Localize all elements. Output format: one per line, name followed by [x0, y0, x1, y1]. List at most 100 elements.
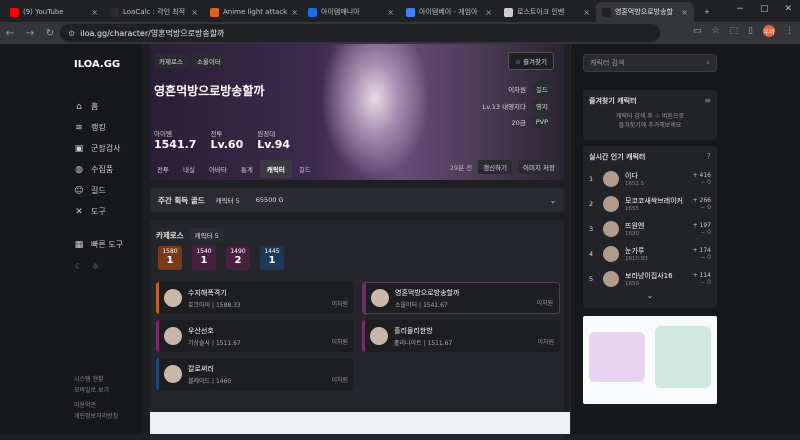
roster-char-name: 칼로써러 — [188, 364, 214, 373]
window-close-icon[interactable]: ✕ — [784, 4, 792, 14]
updated-time: 29분 전 — [449, 164, 473, 172]
forward-icon[interactable]: → — [20, 28, 40, 39]
character-tab[interactable]: 내실 — [176, 160, 202, 178]
help-icon[interactable]: ? — [707, 152, 711, 162]
rank-number: 5 — [589, 274, 594, 283]
character-tab[interactable]: 통계 — [234, 160, 260, 178]
level-count-badge: 1490 2 — [226, 246, 250, 270]
footer-link[interactable]: 시스템 현황 — [74, 374, 118, 385]
footer-link[interactable]: 이용약관 — [74, 400, 118, 411]
save-image-button[interactable]: 이미지 저장 — [518, 160, 560, 174]
browser-tab[interactable]: 아이템베이 - 게임아 × — [400, 2, 498, 22]
new-tab-button[interactable]: + — [698, 2, 716, 22]
character-tabs: 전투 내실 아바타 통계 캐릭터 길드 — [150, 160, 318, 178]
character-tab[interactable]: 캐릭터 — [259, 160, 292, 178]
close-icon[interactable]: × — [681, 8, 688, 17]
popular-character-row[interactable]: 5 보라냥이집사16 1650 + 114− 0 — [589, 266, 711, 291]
close-icon[interactable]: × — [387, 8, 394, 17]
cast-icon[interactable]: ▭ — [693, 26, 702, 36]
sidebar-item[interactable]: ✕ 도구 — [74, 201, 123, 222]
sidebar-item-label: 홈 — [91, 102, 99, 111]
light-mode-icon[interactable]: ☼ — [92, 262, 99, 271]
reload-icon[interactable]: ↻ — [40, 28, 60, 39]
rank-name: 모코코새싹브레이커 — [625, 196, 683, 205]
close-icon[interactable]: × — [91, 8, 98, 17]
sidepanel-icon[interactable]: ▯ — [748, 26, 753, 36]
browser-tab[interactable]: LoaCalc : 각인 최적 × — [104, 2, 204, 22]
close-icon[interactable]: × — [191, 8, 198, 17]
tab-title: Anime light attack — [223, 8, 288, 16]
advertisement[interactable] — [583, 316, 717, 404]
gold-title: 주간 획득 골드 — [158, 195, 205, 205]
roster-character-card[interactable]: 수지해폭격기 호크아이 | 1588.33 이차원 — [156, 282, 354, 314]
popular-character-row[interactable]: 2 모코코새싹브레이커 1655 + 266− 0 — [589, 191, 711, 216]
close-icon[interactable]: × — [583, 8, 590, 17]
class-color-bar — [156, 282, 159, 314]
minimize-icon[interactable]: − — [736, 4, 744, 14]
chevron-down-icon[interactable]: ⌄ — [550, 196, 556, 205]
class-color-bar — [362, 320, 365, 352]
browser-tab[interactable]: (9) YouTube × — [4, 2, 104, 22]
sidebar-item[interactable]: ▦ 빠른 도구 — [74, 234, 123, 255]
bookmark-icon[interactable]: ☆ — [711, 26, 719, 36]
extensions-icon[interactable]: ⬚ — [730, 26, 739, 36]
browser-tab[interactable]: Anime light attack × — [204, 2, 302, 22]
maximize-icon[interactable]: ▢ — [760, 4, 769, 14]
browser-tab[interactable]: 로스트아크 인벤 × — [498, 2, 596, 22]
info-value: Lv.13 내영지다 — [482, 103, 527, 111]
sidebar-menu: ⌂ 홈 ≋ 랭킹 ▣ 군장검사 ◍ 수집품 ☺ 길드 ✕ 도구 ▦ 빠른 도구 — [74, 96, 123, 255]
character-tab[interactable]: 아바타 — [202, 160, 234, 178]
close-icon[interactable]: × — [485, 8, 492, 17]
character-stat: 전투 Lv.60 — [210, 128, 243, 151]
footer-link[interactable]: 모바일로 보기 — [74, 385, 118, 396]
favorite-button[interactable]: ☆ 즐겨찾기 — [508, 52, 554, 70]
rank-number: 3 — [589, 224, 594, 233]
sidebar-item[interactable]: ⌂ 홈 — [74, 96, 123, 117]
roster-character-card[interactable]: 영혼먹방으로방송할까 소울이터 | 1541.67 이차원 — [362, 282, 560, 315]
character-art — [320, 44, 430, 180]
dark-mode-icon[interactable]: ☾ — [75, 262, 82, 271]
favorites-box: 즐겨찾기 캐릭터 ≡ 캐릭터 검색 후 ☆ 버튼으로 즐겨찾기에 추가해보세요 — [583, 90, 717, 140]
roster-char-class: 블레이드 — [188, 377, 211, 385]
search-icon[interactable]: ⌕ — [706, 59, 710, 68]
close-icon[interactable]: × — [291, 8, 298, 17]
favorites-title: 즐겨찾기 캐릭터 — [589, 97, 637, 105]
url-field[interactable]: ⚙ iloa.gg/character/영혼먹방으로방송할까 — [60, 24, 660, 42]
sidebar-item[interactable]: ≋ 랭킹 — [74, 117, 123, 138]
badge-level: 1580 — [162, 248, 178, 255]
popular-character-row[interactable]: 4 눈가루 1610.83 + 174− 0 — [589, 241, 711, 266]
sidebar-item[interactable]: ◍ 수집품 — [74, 159, 123, 180]
roster-character-card[interactable]: 흘리몰리한방 홀리나이트 | 1511.67 이차원 — [362, 320, 560, 352]
back-icon[interactable]: ← — [0, 28, 20, 39]
chevron-down-icon[interactable]: ⌄ — [589, 291, 711, 300]
rank-name: 보라냥이집사16 — [625, 271, 673, 280]
popular-character-row[interactable]: 1 이다 1652.5 + 416− 0 — [589, 166, 711, 191]
footer-link[interactable]: 개인정보처리방침 — [74, 411, 118, 422]
browser-tab[interactable]: 아이템매니아 × — [302, 2, 400, 22]
rank-up: + 174 — [692, 246, 711, 254]
bottom-advertisement[interactable] — [150, 412, 570, 434]
gold-amount: 65500 G — [250, 194, 289, 206]
badge-count: 1 — [268, 255, 276, 266]
info-value: 20금 — [511, 119, 526, 127]
site-info-icon[interactable]: ⚙ — [68, 29, 75, 38]
sidebar-item[interactable]: ▣ 군장검사 — [74, 138, 123, 159]
character-portrait — [370, 327, 388, 345]
rank-down: − 0 — [700, 228, 711, 236]
weekly-gold-bar[interactable]: 주간 획득 골드 캐릭터 5 65500 G ⌄ — [150, 188, 564, 212]
menu-icon[interactable]: ⋮ — [785, 26, 794, 36]
character-tab[interactable]: 길드 — [292, 160, 318, 178]
sidebar-item-label: 길드 — [91, 186, 106, 195]
sidebar-item[interactable]: ☺ 길드 — [74, 180, 123, 201]
site-logo[interactable]: ILOA.GG — [74, 59, 120, 70]
popular-character-row[interactable]: 3 뜨원엔 1630 + 197− 0 — [589, 216, 711, 241]
right-panel: 캐릭터 검색 ⌕ 즐겨찾기 캐릭터 ≡ 캐릭터 검색 후 ☆ 버튼으로 즐겨찾기에… — [570, 44, 800, 434]
profile-avatar[interactable]: 우비 — [763, 25, 775, 37]
browser-tab[interactable]: 영혼먹방으로방송할 × — [596, 2, 694, 22]
roster-character-card[interactable]: 칼로써러 블레이드 | 1460 이차원 — [156, 358, 354, 390]
refresh-button[interactable]: 갱신하기 — [478, 160, 513, 174]
character-tab[interactable]: 전투 — [150, 160, 176, 178]
roster-character-card[interactable]: 우산선호 기상술사 | 1511.67 이차원 — [156, 320, 354, 352]
character-search-input[interactable]: 캐릭터 검색 ⌕ — [583, 54, 717, 72]
sort-icon[interactable]: ≡ — [704, 96, 711, 106]
